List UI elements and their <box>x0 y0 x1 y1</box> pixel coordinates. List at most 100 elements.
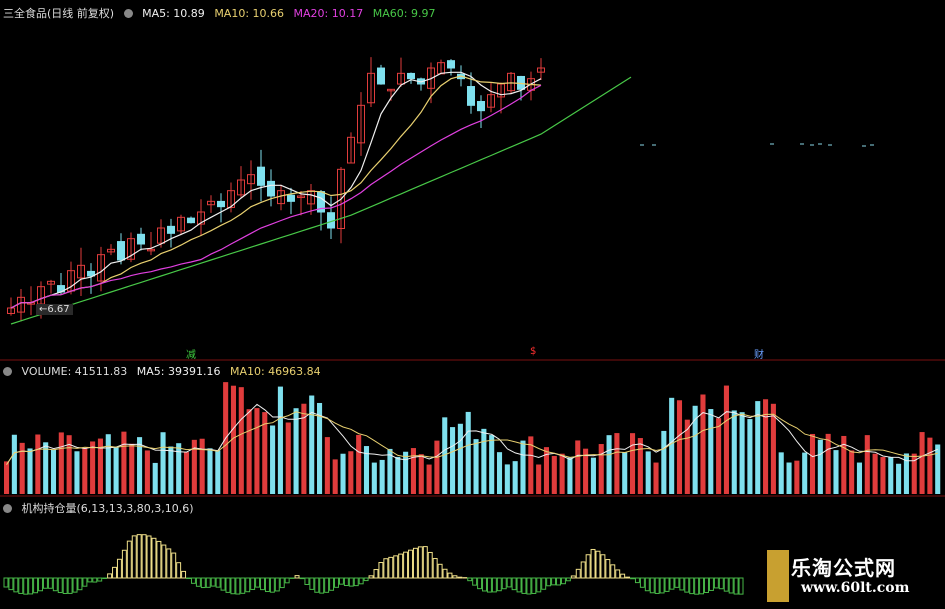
indicator-bar-positive <box>156 540 162 579</box>
indicator-bar-positive <box>388 556 394 579</box>
indicator-bar-negative <box>67 577 73 594</box>
indicator-bar-positive <box>131 535 137 579</box>
indicator-bar-positive <box>136 534 142 579</box>
volume-bar <box>716 418 722 494</box>
volume-bar <box>403 451 409 494</box>
indicator-bar-negative <box>723 577 729 592</box>
indicator-bar-negative <box>679 577 685 591</box>
candle-body <box>267 180 275 197</box>
volume-bar <box>27 448 33 494</box>
indicator-bar-negative <box>23 577 29 595</box>
volume-bar <box>794 460 800 494</box>
indicator-bar-positive <box>620 573 626 579</box>
indicator-bar-negative <box>215 577 221 588</box>
volume-bar <box>199 438 205 494</box>
indicator-bar-negative <box>511 577 517 591</box>
volume-bar <box>896 463 902 494</box>
indicator-bar-negative <box>97 577 103 582</box>
indicator-bar-negative <box>42 577 48 589</box>
indicator-bar-negative <box>205 577 211 588</box>
indicator-bar-positive <box>452 575 458 579</box>
indicator-bar-positive <box>605 559 611 579</box>
price-title[interactable]: 三全食品(日线 前复权) <box>3 7 114 20</box>
volume-bar <box>246 409 252 494</box>
indicator-bar-negative <box>230 577 236 595</box>
volume-header: VOLUME: 41511.83 MA5: 39391.16 MA10: 469… <box>3 365 327 378</box>
indicator-bar-negative <box>551 577 557 586</box>
volume-bar <box>277 386 283 494</box>
indicator-bar-positive <box>294 575 300 579</box>
price-panel <box>7 57 874 325</box>
volume-bar <box>19 442 25 494</box>
indicator-bar-negative <box>630 577 635 580</box>
ma5-label: MA5: 10.89 <box>142 7 205 20</box>
volume-bar <box>520 440 526 494</box>
indicator-bar-negative <box>264 577 270 593</box>
indicator-bar-negative <box>92 577 98 583</box>
volume-bar <box>215 450 221 494</box>
volume-bar <box>58 432 64 494</box>
indicator-bar-negative <box>343 577 349 587</box>
indicator-settings-icon[interactable] <box>3 504 12 513</box>
volume-bar <box>395 456 401 494</box>
settings-dot-icon[interactable] <box>123 9 133 18</box>
indicator-bar-negative <box>664 577 670 592</box>
volume-bar <box>559 453 565 494</box>
volume-ma5-label: MA5: 39391.16 <box>136 365 221 378</box>
volume-bar <box>739 412 745 494</box>
indicator-title: 机构持仓量(6,13,13,3,80,3,10,6) <box>21 502 194 515</box>
volume-bar <box>551 455 557 494</box>
event-marker-finance[interactable]: 财 <box>754 346 764 361</box>
indicator-bar-positive <box>575 568 581 579</box>
indicator-bar-positive <box>590 548 596 579</box>
indicator-bar-positive <box>161 544 167 579</box>
indicator-bar-positive <box>615 569 621 579</box>
volume-bar <box>105 434 111 494</box>
event-marker-reduce[interactable]: 减 <box>186 346 196 361</box>
volume-settings-icon[interactable] <box>3 367 12 376</box>
volume-bar <box>802 452 808 494</box>
volume-bar <box>50 449 57 494</box>
indicator-bar-negative <box>363 577 369 582</box>
volume-bar <box>473 439 479 494</box>
indicator-bar-negative <box>250 577 256 590</box>
indicator-bar-negative <box>28 577 34 595</box>
volume-bar <box>747 419 753 494</box>
indicator-bar-negative <box>501 577 507 590</box>
indicator-bar-positive <box>437 563 443 579</box>
indicator-bar-negative <box>334 577 339 588</box>
indicator-bar-negative <box>358 577 364 585</box>
chart-canvas[interactable] <box>0 0 945 609</box>
event-marker-dollar[interactable]: $ <box>530 346 536 357</box>
indicator-bar-negative <box>496 577 502 592</box>
indicator-bar-negative <box>18 577 24 594</box>
indicator-bar-positive <box>107 573 113 579</box>
volume-bar <box>270 425 276 494</box>
indicator-bar-negative <box>669 577 675 590</box>
indicator-bar-negative <box>738 577 744 595</box>
indicator-bar-negative <box>531 577 537 594</box>
indicator-bar-negative <box>33 577 39 594</box>
volume-bar <box>700 394 706 494</box>
volume-bar <box>434 440 440 494</box>
indicator-bar-negative <box>245 577 251 593</box>
indicator-bar-negative <box>704 577 709 593</box>
indicator-bar-positive <box>442 568 448 579</box>
indicator-bar-negative <box>684 577 690 593</box>
volume-bar <box>348 451 354 494</box>
candle-body <box>407 72 415 80</box>
indicator-bar-negative <box>210 577 216 587</box>
indicator-bar-negative <box>477 577 483 590</box>
volume-bar <box>888 457 894 494</box>
indicator-bar-negative <box>72 577 78 593</box>
watermark: 乐淘公式网 www.60lt.com <box>767 546 945 609</box>
volume-bar <box>786 462 792 494</box>
volume-bar <box>35 434 41 494</box>
indicator-bar-positive <box>146 535 152 579</box>
volume-bar <box>763 399 769 494</box>
volume-bar <box>113 446 119 494</box>
indicator-bar-negative <box>255 577 261 588</box>
indicator-bar-negative <box>329 577 335 591</box>
indicator-bar-negative <box>634 577 640 584</box>
indicator-bar-negative <box>556 577 561 586</box>
